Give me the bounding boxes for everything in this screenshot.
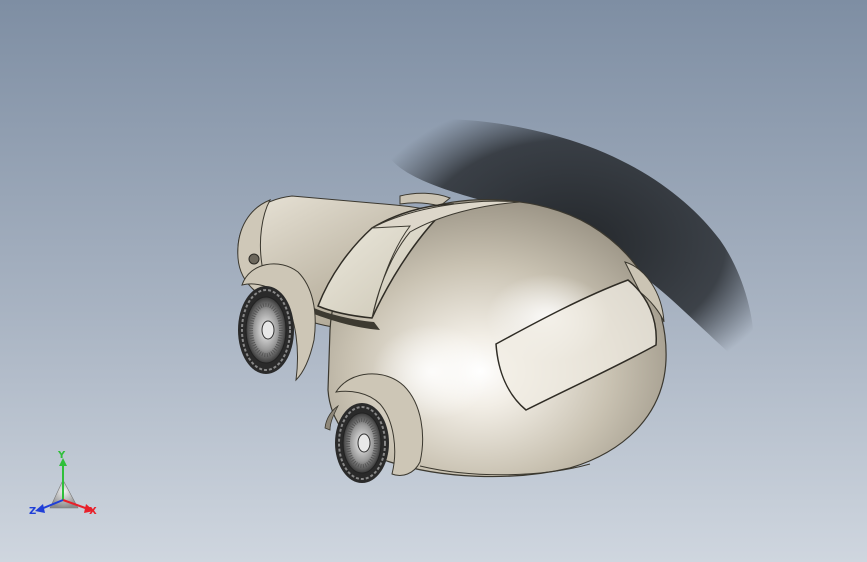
model-scene[interactable] (0, 0, 867, 562)
front-wheel (335, 403, 389, 483)
rear-bolt (248, 253, 260, 265)
rear-wheel (238, 286, 294, 374)
z-axis-label: Z (29, 506, 37, 517)
y-axis-label: Y (58, 450, 66, 461)
z-arrow-icon (35, 504, 45, 513)
graphics-viewport[interactable]: Y X Z (0, 0, 867, 562)
view-triad: Y X Z (22, 446, 108, 526)
x-axis-label: X (89, 506, 97, 517)
